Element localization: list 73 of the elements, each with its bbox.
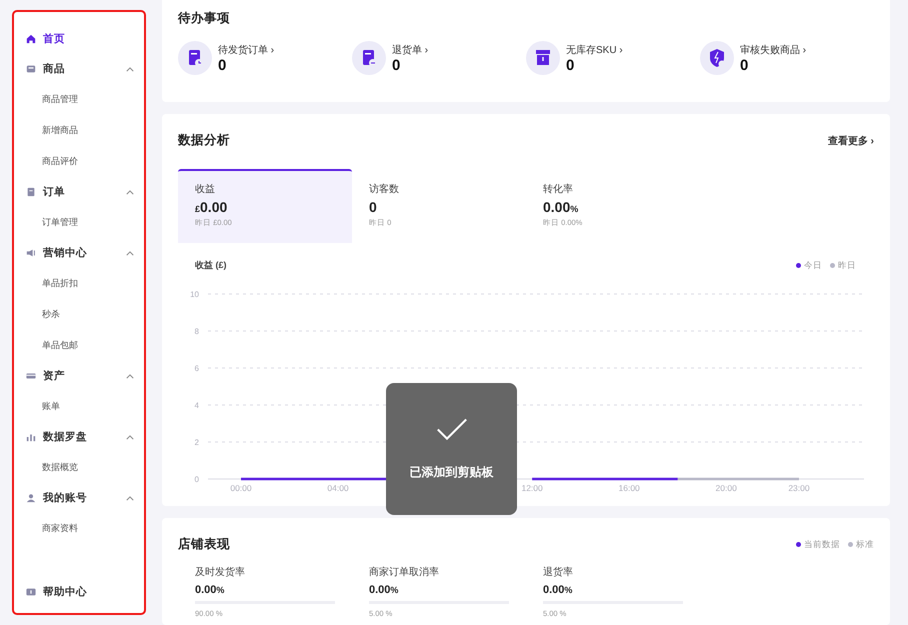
nav-item[interactable]: 我的账号: [14, 483, 144, 513]
legend-label: 标准: [856, 538, 874, 550]
nav-item[interactable]: 数据罗盘: [14, 422, 144, 452]
legend-label: 今日: [804, 260, 822, 272]
todo-count: 0: [566, 56, 576, 74]
person-icon: [26, 493, 36, 503]
view-more-link[interactable]: 查看更多 ›: [828, 134, 874, 148]
box-icon: [26, 64, 36, 74]
y-tick-label: 4: [194, 401, 199, 410]
metric-value: 0.00%: [369, 584, 400, 596]
x-tick-label: 20:00: [716, 483, 737, 493]
nav-subitem[interactable]: 商品评价: [14, 146, 144, 177]
document-icon: [26, 187, 36, 197]
card-title: 待办事项: [178, 10, 231, 27]
metric-value: 0.00%: [543, 199, 580, 215]
x-tick-label: 12:00: [521, 483, 543, 493]
metric-label: 退货率: [543, 566, 574, 579]
check-icon: [434, 417, 468, 442]
legend-label: 昨日: [838, 260, 856, 272]
toast: 已添加到剪贴板: [386, 383, 517, 515]
nav-subitem[interactable]: 订单管理: [14, 207, 144, 238]
nav-subitem[interactable]: 新增商品: [14, 115, 144, 146]
metric-value: 0.00%: [195, 584, 226, 596]
nav-subitem[interactable]: 数据概览: [14, 452, 144, 483]
x-tick-label: 23:00: [788, 483, 810, 493]
todo-link[interactable]: 退货单 ›: [392, 42, 428, 56]
todo-link[interactable]: 无库存SKU ›: [566, 42, 623, 56]
nav-item[interactable]: 商品: [14, 54, 144, 84]
metric-label: 转化率: [543, 182, 574, 196]
document-icon: [352, 41, 386, 75]
nav-item[interactable]: 首页: [14, 24, 144, 54]
y-tick-label: 8: [194, 327, 199, 336]
x-tick-label: 16:00: [618, 483, 640, 493]
todo-count: 0: [392, 56, 402, 74]
metric-label: 及时发货率: [195, 566, 246, 579]
nav-item[interactable]: 营销中心: [14, 238, 144, 268]
card-icon: [26, 371, 36, 381]
card-title: 数据分析: [178, 132, 230, 149]
help-nav-item[interactable]: 帮助中心: [14, 577, 144, 607]
y-tick-label: 6: [194, 364, 199, 373]
metric-label: 商家订单取消率: [369, 566, 440, 579]
chart-title: 收益 (£): [195, 259, 226, 272]
card-title: 店铺表现: [178, 536, 230, 553]
house-icon: [26, 34, 36, 44]
nav-subitem[interactable]: 商家资料: [14, 513, 144, 544]
megaphone-icon: [26, 248, 36, 258]
nav-subitem[interactable]: 商品管理: [14, 84, 144, 115]
help-icon: [26, 587, 36, 597]
metric-label: 访客数: [369, 182, 400, 196]
document-icon: [178, 41, 212, 75]
bar-chart-icon: [26, 432, 36, 442]
nav-subitem[interactable]: 单品包邮: [14, 330, 144, 361]
nav-item[interactable]: 订单: [14, 177, 144, 207]
nav-subitem[interactable]: 单品折扣: [14, 268, 144, 299]
y-tick-label: 10: [190, 290, 199, 299]
x-tick-label: 00:00: [230, 483, 252, 493]
metric-label: 收益: [195, 183, 216, 196]
todo-link[interactable]: 审核失败商品 ›: [740, 42, 806, 56]
metric-value: 0: [369, 199, 378, 215]
metric-value: £0.00: [195, 199, 228, 215]
legend-label: 当前数据: [804, 538, 840, 550]
metric-value: 0.00%: [543, 584, 574, 596]
y-tick-label: 2: [194, 438, 199, 447]
y-tick-label: 0: [194, 475, 199, 484]
nav-subitem[interactable]: 账单: [14, 391, 144, 422]
todo-count: 0: [740, 56, 750, 74]
todo-count: 0: [218, 56, 228, 74]
x-tick-label: 04:00: [327, 483, 349, 493]
box-icon: [526, 41, 560, 75]
nav-item[interactable]: 资产: [14, 361, 144, 391]
shield-icon: [700, 41, 734, 75]
nav-subitem[interactable]: 秒杀: [14, 299, 144, 330]
todo-link[interactable]: 待发货订单 ›: [218, 42, 274, 56]
